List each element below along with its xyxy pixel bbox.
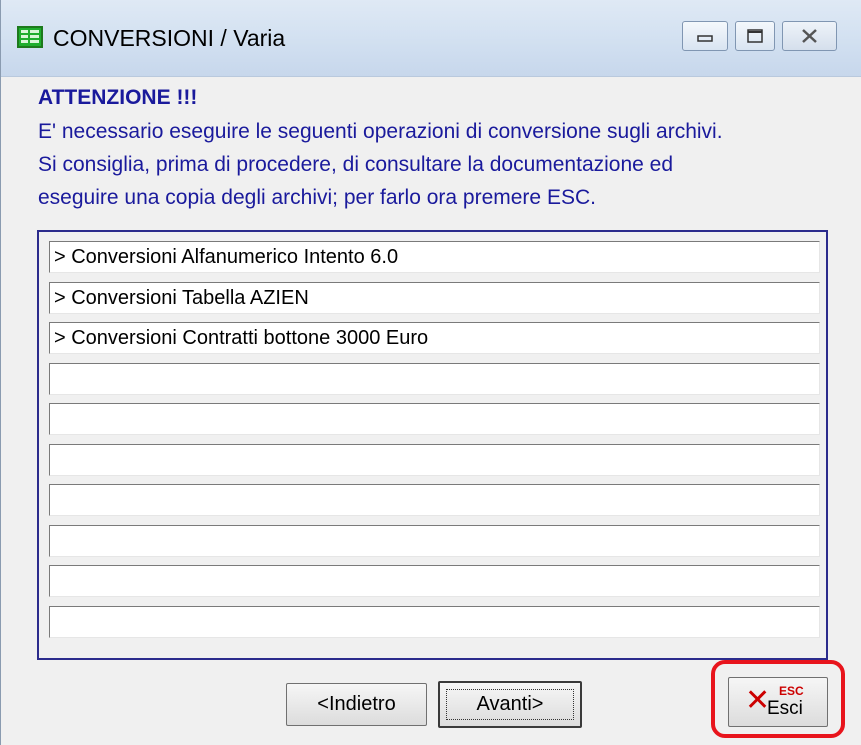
maximize-button[interactable] [735, 21, 775, 51]
conversion-row[interactable] [49, 484, 820, 516]
next-button[interactable]: Avanti> [438, 681, 582, 728]
warning-text-line: Si consiglia, prima di procedere, di con… [38, 153, 674, 176]
window-title: CONVERSIONI / Varia [53, 25, 286, 51]
conversion-row[interactable]: > Conversioni Tabella AZIEN [49, 282, 820, 314]
close-button[interactable] [782, 21, 837, 51]
conversion-row[interactable] [49, 444, 820, 476]
dialog-window: CONVERSIONI / Varia ATTENZIONE !!! E' ne… [0, 0, 861, 745]
conversion-row[interactable] [49, 606, 820, 638]
conversions-list: > Conversioni Alfanumerico Intento 6.0 >… [37, 230, 828, 660]
warning-heading: ATTENZIONE !!! [38, 86, 198, 109]
maximize-icon [747, 29, 763, 43]
exit-shortcut-label: ESC [779, 684, 804, 698]
app-icon [17, 26, 43, 48]
warning-text-line: E' necessario eseguire le seguenti opera… [38, 120, 723, 143]
close-icon [802, 29, 817, 43]
conversion-row[interactable] [49, 565, 820, 597]
exit-button-label: Esci [767, 698, 803, 719]
back-button[interactable]: <Indietro [286, 683, 427, 726]
minimize-icon [697, 35, 713, 42]
warning-text-line: eseguire una copia degli archivi; per fa… [38, 186, 596, 209]
conversion-row[interactable]: > Conversioni Alfanumerico Intento 6.0 [49, 241, 820, 273]
exit-button[interactable]: ✕ ESC Esci [728, 677, 828, 727]
minimize-button[interactable] [682, 21, 728, 51]
conversion-row[interactable] [49, 363, 820, 395]
conversion-row[interactable] [49, 403, 820, 435]
conversion-row[interactable] [49, 525, 820, 557]
title-bar: CONVERSIONI / Varia [1, 0, 861, 77]
conversion-row[interactable]: > Conversioni Contratti bottone 3000 Eur… [49, 322, 820, 354]
focus-rectangle [446, 689, 574, 720]
